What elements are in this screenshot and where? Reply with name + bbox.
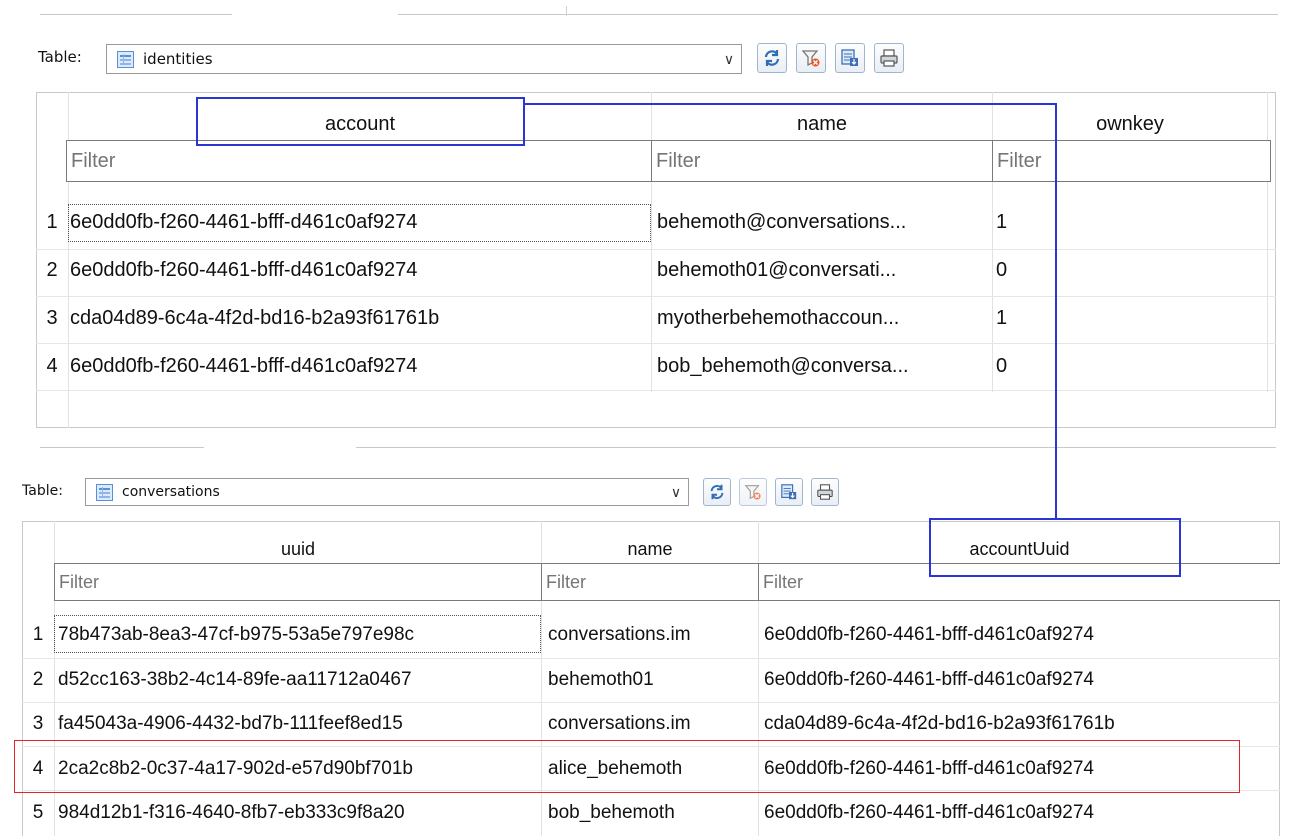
chevron-down-icon: ∨ xyxy=(723,50,735,67)
cell-name[interactable]: behemoth01 xyxy=(548,669,654,691)
chevron-down-icon: ∨ xyxy=(670,483,682,500)
row-separator xyxy=(36,343,1276,344)
column-header-name[interactable]: name xyxy=(652,113,992,136)
row-number: 5 xyxy=(32,802,44,823)
cell-accountuuid[interactable]: 6e0dd0fb-f260-4461-bfff-d461c0af9274 xyxy=(764,802,1094,824)
table-select-identities[interactable]: identities ∨ xyxy=(106,44,742,74)
cell-name[interactable]: behemoth01@conversati... xyxy=(657,259,989,282)
table-label: Table: xyxy=(22,483,63,499)
cell-name[interactable]: behemoth@conversations... xyxy=(657,211,989,234)
print-icon xyxy=(880,49,898,67)
connector-line xyxy=(525,103,1057,105)
table-select-value: identities xyxy=(143,50,213,68)
cell-ownkey[interactable]: 1 xyxy=(996,211,1007,234)
save-table-icon xyxy=(841,49,858,66)
highlight-account-header xyxy=(196,97,525,146)
filter-uuid-input[interactable] xyxy=(54,563,542,601)
cell-account[interactable]: 6e0dd0fb-f260-4461-bfff-d461c0af9274 xyxy=(70,259,417,282)
row-number: 4 xyxy=(46,355,58,377)
print-icon xyxy=(817,484,833,500)
print-button[interactable] xyxy=(874,43,904,73)
cell-account[interactable]: 6e0dd0fb-f260-4461-bfff-d461c0af9274 xyxy=(70,355,417,378)
row-separator xyxy=(36,296,1276,297)
clear-filters-icon xyxy=(801,50,820,67)
cell-name[interactable]: conversations.im xyxy=(548,624,691,646)
cell-name[interactable]: conversations.im xyxy=(548,713,691,735)
tab-divider xyxy=(398,14,1278,15)
refresh-button[interactable] xyxy=(703,478,731,506)
cell-uuid[interactable]: fa45043a-4906-4432-bd7b-111feef8ed15 xyxy=(58,713,403,735)
cell-ownkey[interactable]: 1 xyxy=(996,307,1007,330)
row-number: 2 xyxy=(32,669,44,690)
filter-name-input[interactable] xyxy=(541,563,759,601)
filter-account-input[interactable] xyxy=(66,140,652,182)
cell-ownkey[interactable]: 0 xyxy=(996,355,1007,378)
tab-divider xyxy=(40,14,232,15)
cell-name[interactable]: bob_behemoth@conversa... xyxy=(657,355,989,378)
table-select-value: conversations xyxy=(122,484,220,500)
column-header-ownkey[interactable]: ownkey xyxy=(993,113,1267,136)
row-separator xyxy=(22,702,1280,703)
cell-name[interactable]: myotherbehemothaccoun... xyxy=(657,307,989,330)
grid-separator xyxy=(1267,92,1268,392)
cell-name[interactable]: bob_behemoth xyxy=(548,802,675,824)
cell-accountuuid[interactable]: 6e0dd0fb-f260-4461-bfff-d461c0af9274 xyxy=(764,624,1094,646)
refresh-icon xyxy=(710,484,724,500)
row-number: 3 xyxy=(32,713,44,734)
panel-divider xyxy=(356,447,1276,448)
grid-separator xyxy=(992,92,993,392)
highlight-row-4 xyxy=(14,740,1240,793)
refresh-icon xyxy=(764,50,780,66)
save-table-icon xyxy=(781,484,797,500)
clear-filters-button[interactable] xyxy=(796,43,826,73)
column-header-name[interactable]: name xyxy=(542,539,758,560)
highlight-accountuuid-header xyxy=(929,518,1181,577)
row-separator xyxy=(36,390,1276,391)
row-separator xyxy=(36,249,1276,250)
filter-name-input[interactable] xyxy=(651,140,993,182)
clear-filters-button[interactable] xyxy=(739,478,767,506)
cell-accountuuid[interactable]: 6e0dd0fb-f260-4461-bfff-d461c0af9274 xyxy=(764,669,1094,691)
focused-cell-outline xyxy=(54,615,541,653)
row-number: 1 xyxy=(32,624,44,645)
column-header-uuid[interactable]: uuid xyxy=(55,539,541,560)
cell-accountuuid[interactable]: cda04d89-6c4a-4f2d-bd16-b2a93f61761b xyxy=(764,713,1115,735)
table-label: Table: xyxy=(38,48,82,66)
row-separator xyxy=(22,658,1280,659)
save-table-button[interactable] xyxy=(835,43,865,73)
cell-ownkey[interactable]: 0 xyxy=(996,259,1007,282)
panel-divider xyxy=(40,447,204,448)
row-number: 1 xyxy=(46,211,58,233)
cell-uuid[interactable]: 984d12b1-f316-4640-8fb7-eb333c9f8a20 xyxy=(58,802,405,824)
grid-separator xyxy=(651,92,652,392)
focused-cell-outline xyxy=(68,204,651,242)
cell-uuid[interactable]: d52cc163-38b2-4c14-89fe-aa11712a0467 xyxy=(58,669,412,691)
connector-line xyxy=(1055,103,1057,520)
refresh-button[interactable] xyxy=(757,43,787,73)
table-select-conversations[interactable]: conversations ∨ xyxy=(85,478,689,506)
cell-account[interactable]: cda04d89-6c4a-4f2d-bd16-b2a93f61761b xyxy=(70,307,439,330)
table-icon xyxy=(117,50,134,68)
print-button[interactable] xyxy=(811,478,839,506)
clear-filters-icon xyxy=(744,485,761,500)
save-table-button[interactable] xyxy=(775,478,803,506)
table-icon xyxy=(96,483,113,501)
row-number: 3 xyxy=(46,307,58,329)
row-number: 2 xyxy=(46,259,58,281)
tab-separator xyxy=(566,6,567,16)
filter-ownkey-input[interactable] xyxy=(992,140,1271,182)
